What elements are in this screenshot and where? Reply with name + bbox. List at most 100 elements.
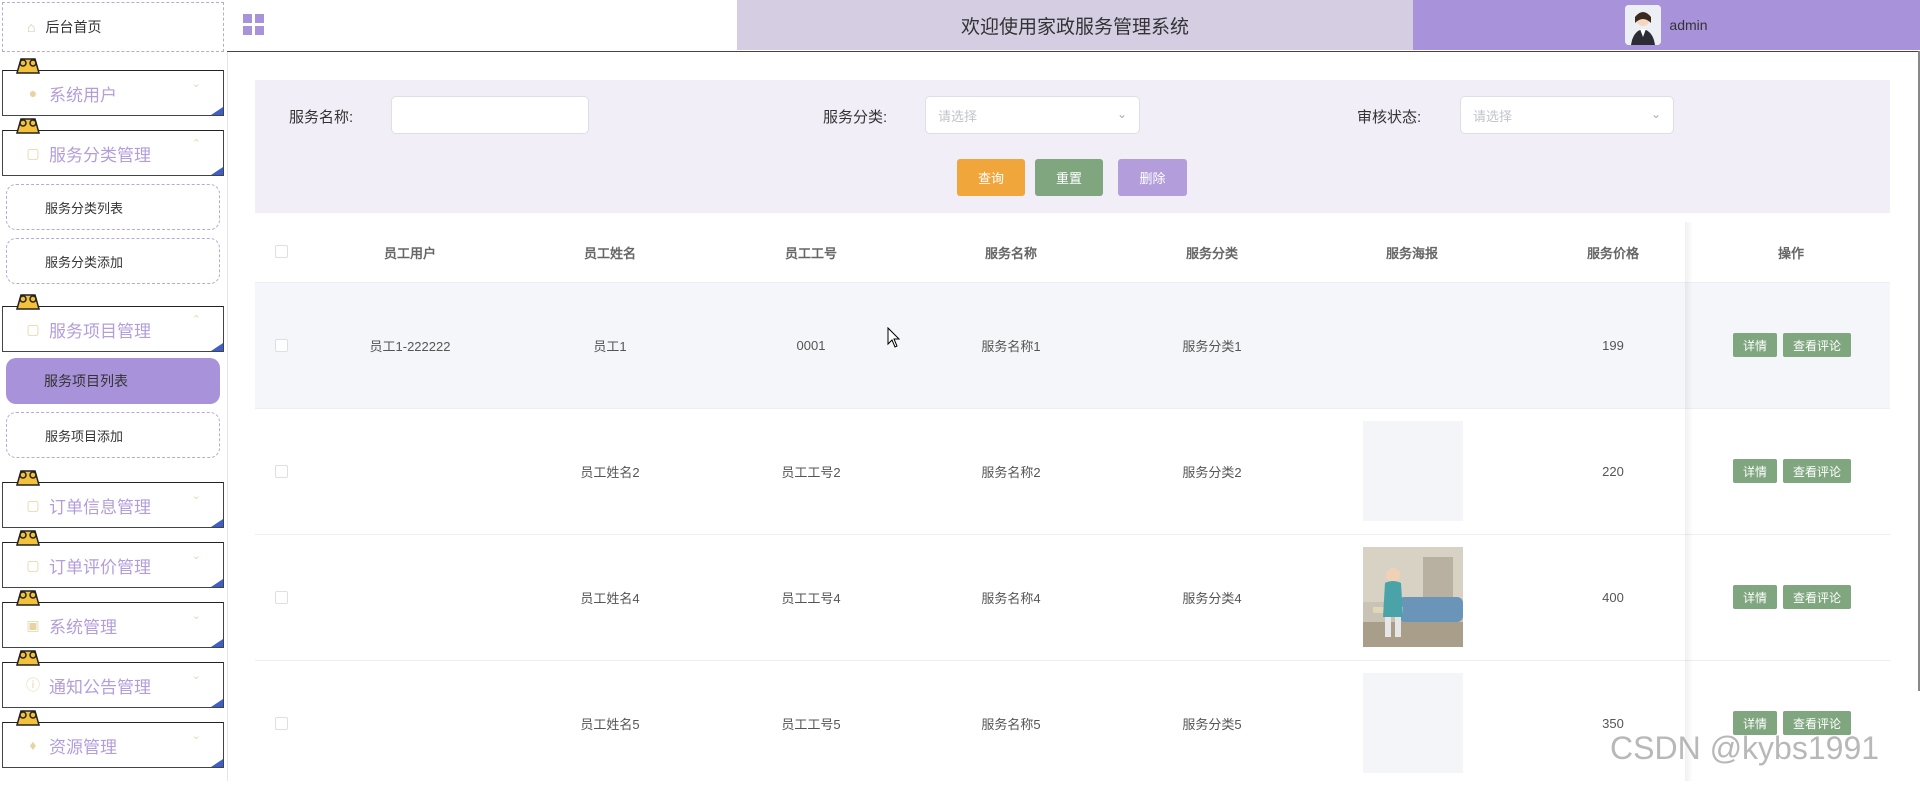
table-row[interactable]: 员工姓名4 员工工号4 服务名称4 服务分类4 400 详情 查看评论 [255,535,1890,661]
top-bar: 欢迎使用家政服务管理系统 admin [227,0,1920,52]
sidebar-item-project-list[interactable]: 服务项目列表 [6,358,220,404]
cell-service: 服务名称1 [981,339,1041,354]
sidebar-group-label: 系统管理 [49,617,117,637]
table-row[interactable]: 员工1-222222 员工1 0001 服务名称1 服务分类1 199 详情 查… [255,283,1890,409]
sidebar: ⌂ 后台首页 ● 系统用户 ⌄ ▢ 服务分类管理 ⌃ 服务分类列表 服务分类添加… [0,0,228,781]
watermark: CSDN @kybs1991 [1610,730,1880,766]
cell-user [330,409,490,534]
cell-number: 员工工号2 [781,465,841,480]
sidebar-group-orders[interactable]: ▢ 订单信息管理 ⌄ [2,470,224,528]
sidebar-group-category[interactable]: ▢ 服务分类管理 ⌃ [2,118,224,176]
column-header: 服务海报 [1385,245,1438,261]
table-row[interactable]: 员工姓名5 员工工号5 服务名称5 服务分类5 350 详情 查看评论 [255,661,1890,786]
fixed-column-shadow [1685,222,1693,781]
view-reviews-button[interactable]: 查看评论 [1783,333,1851,357]
corner-fold [211,343,223,351]
mouse-cursor-icon [887,327,901,348]
avatar [1625,5,1662,45]
reset-button[interactable]: 重置 [1035,159,1103,196]
detail-button[interactable]: 详情 [1733,333,1777,357]
detail-button[interactable]: 详情 [1733,459,1777,483]
sidebar-group-system-users[interactable]: ● 系统用户 ⌄ [2,58,224,116]
corner-fold [211,107,223,115]
bulb-icon: ♦ [29,737,37,753]
cell-category: 服务分类1 [1182,339,1242,354]
sidebar-item-category-list[interactable]: 服务分类列表 [6,184,220,230]
column-header: 员工姓名 [583,245,636,261]
service-poster-image[interactable] [1363,547,1463,647]
cell-number: 0001 [796,338,826,353]
sidebar-group-project[interactable]: ▢ 服务项目管理 ⌃ [2,294,224,352]
chevron-up-icon: ⌃ [191,314,201,326]
corner-fold [211,579,223,587]
cell-user: 员工1-222222 [369,339,451,354]
column-header: 操作 [1777,245,1804,261]
cell-price: 400 [1602,590,1624,605]
delete-button[interactable]: 删除 [1118,159,1187,196]
corner-fold [211,759,223,767]
select-all-checkbox[interactable] [275,245,288,258]
row-checkbox[interactable] [275,591,288,604]
row-checkbox[interactable] [275,465,288,478]
corner-fold [211,167,223,175]
sidebar-group-reviews[interactable]: ▢ 订单评价管理 ⌄ [2,530,224,588]
sidebar-group-label: 服务分类管理 [49,145,151,165]
sidebar-group-notice[interactable]: ⓘ 通知公告管理 ⌄ [2,650,224,708]
detail-button[interactable]: 详情 [1733,585,1777,609]
user-menu[interactable]: admin [1413,0,1920,50]
table-row[interactable]: 员工姓名2 员工工号2 服务名称2 服务分类2 220 详情 查看评论 [255,409,1890,535]
view-reviews-button[interactable]: 查看评论 [1783,585,1851,609]
query-button[interactable]: 查询 [957,159,1025,196]
image-icon: ▣ [26,616,40,633]
cell-service: 服务名称4 [981,591,1041,606]
sidebar-item-project-add[interactable]: 服务项目添加 [6,412,220,458]
corner-fold [211,699,223,707]
sidebar-item-home[interactable]: ⌂ 后台首页 [2,2,224,52]
binder-clip-icon [16,710,40,726]
chevron-down-icon: ⌄ [191,730,201,742]
user-icon: ● [28,85,38,101]
cell-name: 员工姓名5 [580,717,640,732]
chevron-down-icon: ⌄ [1116,107,1127,121]
sidebar-group-label: 资源管理 [49,737,117,757]
sidebar-group-label: 服务项目管理 [49,321,151,341]
cell-price: 199 [1602,338,1624,353]
sidebar-group-resources[interactable]: ♦ 资源管理 ⌄ [2,710,224,768]
chevron-down-icon: ⌄ [191,78,201,90]
doc-icon: ▢ [26,556,40,573]
status-select[interactable]: 请选择 ⌄ [1460,96,1674,134]
binder-clip-icon [16,650,40,666]
cell-number: 员工工号4 [781,591,841,606]
row-checkbox[interactable] [275,339,288,352]
cell-service: 服务名称5 [981,717,1041,732]
binder-clip-icon [16,58,40,74]
view-reviews-button[interactable]: 查看评论 [1783,459,1851,483]
doc-icon: ▢ [26,144,40,161]
category-placeholder: 请选择 [938,108,978,124]
service-name-input[interactable] [391,96,589,134]
sidebar-group-system[interactable]: ▣ 系统管理 ⌄ [2,590,224,648]
sidebar-item-label: 后台首页 [45,19,102,35]
cell-category: 服务分类4 [1182,591,1242,606]
doc-icon: ▢ [26,320,40,337]
sidebar-group-label: 通知公告管理 [49,677,151,697]
page-title: 欢迎使用家政服务管理系统 [737,0,1413,50]
category-label: 服务分类: [823,109,888,126]
row-checkbox[interactable] [275,717,288,730]
cell-user [330,535,490,660]
status-placeholder: 请选择 [1473,108,1513,124]
menu-grid-icon[interactable] [243,14,265,36]
column-header: 员工用户 [383,245,436,261]
sidebar-group-label: 系统用户 [49,85,117,105]
chevron-down-icon: ⌄ [191,490,201,502]
chevron-down-icon: ⌄ [191,670,201,682]
cell-user [330,661,490,786]
cell-number: 员工工号5 [781,717,841,732]
chevron-down-icon: ⌄ [191,550,201,562]
category-select[interactable]: 请选择 ⌄ [925,96,1140,134]
cell-name: 员工姓名2 [580,465,640,480]
service-name-label: 服务名称: [289,109,354,126]
poster-placeholder [1363,673,1463,773]
sidebar-item-category-add[interactable]: 服务分类添加 [6,238,220,284]
column-header: 员工工号 [784,245,837,261]
